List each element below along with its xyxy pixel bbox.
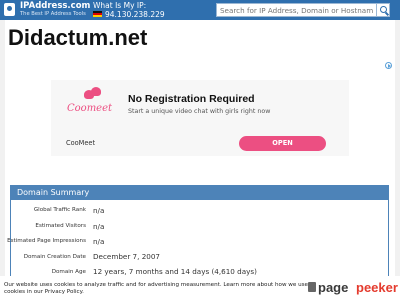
top-navigation-bar: IPAddress.com The Best IP Address Tools … (0, 0, 400, 20)
ad-logo-text: Coomeet (67, 103, 113, 114)
summary-row-label: Domain Age (51, 269, 86, 275)
summary-row-value: December 7, 2007 (93, 252, 160, 261)
summary-row-value: n/a (93, 237, 105, 246)
my-ip-value: 94.130.238.229 (105, 10, 165, 19)
coomeet-bird-logo-icon (84, 87, 102, 101)
site-name[interactable]: IPAddress.com (20, 1, 90, 11)
cookie-notice-text[interactable]: Our website uses cookies to analyze traf… (4, 282, 314, 296)
watermark-text-peeker: peeker (356, 280, 398, 295)
my-ip-label[interactable]: What Is My IP: (93, 1, 146, 10)
summary-row-value: n/a (93, 222, 105, 231)
summary-row-label: Global Traffic Rank (33, 207, 86, 213)
summary-row-label: Estimated Page Impressions (7, 238, 86, 244)
watermark-text-page: page (318, 280, 349, 295)
pagepeeker-watermark: page peeker (308, 278, 398, 298)
summary-row-value: 12 years, 7 months and 14 days (4,610 da… (93, 267, 257, 276)
summary-row-label: Domain Creation Date (23, 254, 86, 260)
ad-headline[interactable]: No Registration Required (128, 93, 255, 105)
search-input[interactable] (216, 3, 376, 17)
ipaddress-logo-icon[interactable] (4, 3, 15, 16)
page-title: Didactum.net (8, 25, 148, 50)
site-tagline: The Best IP Address Tools (20, 11, 86, 17)
search-icon[interactable] (376, 3, 390, 17)
domain-summary-title: Domain Summary (11, 186, 388, 200)
pagepeeker-icon (308, 282, 316, 292)
ad-choices-icon[interactable] (385, 62, 392, 69)
summary-row-value: n/a (93, 206, 105, 215)
summary-row-label: Estimated Visitors (35, 223, 86, 229)
ad-open-button[interactable]: OPEN (239, 136, 326, 151)
ad-description: Start a unique video chat with girls rig… (128, 108, 271, 115)
germany-flag-icon (93, 11, 102, 17)
ad-advertiser-name: CooMeet (66, 139, 96, 147)
